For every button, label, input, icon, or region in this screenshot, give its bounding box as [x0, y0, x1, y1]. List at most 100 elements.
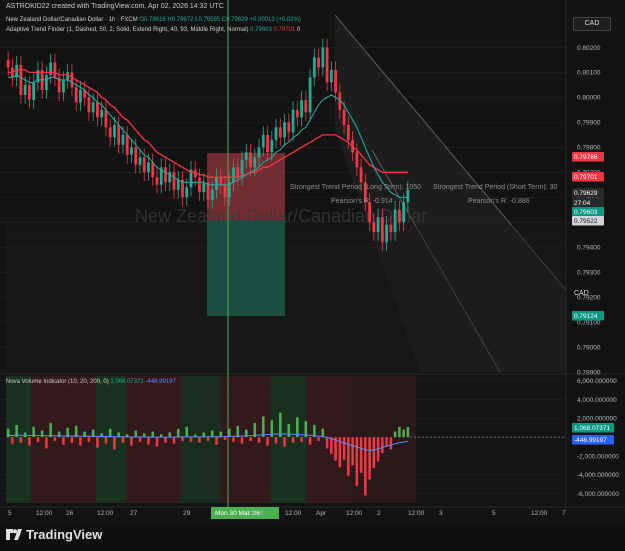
- candle-body: [278, 127, 282, 138]
- price-axis-badge-text: 0.79124: [574, 313, 598, 320]
- candle-body: [117, 124, 121, 145]
- volume-bar: [113, 437, 116, 450]
- candle-body: [87, 97, 91, 113]
- candle-body: [91, 102, 95, 113]
- price-tick-label: 0.80100: [577, 70, 601, 77]
- candle-body: [270, 139, 274, 153]
- volume-bar: [232, 437, 235, 442]
- currency-button[interactable]: CAD: [573, 17, 611, 31]
- candle-body: [329, 69, 333, 83]
- price-tick-label: 0.80200: [577, 45, 601, 52]
- candle-body: [210, 189, 214, 200]
- volume-bar: [45, 437, 48, 449]
- candle-body: [202, 182, 206, 193]
- candle-body: [287, 122, 291, 133]
- time-tick-label: 7: [562, 510, 566, 517]
- candle-body: [176, 179, 180, 190]
- volume-tick-label: -4,000.000000: [577, 472, 619, 479]
- candle-body: [372, 222, 376, 233]
- indicator-2-value-2: -448.99197: [145, 379, 176, 385]
- candle-body: [312, 57, 316, 78]
- candle-body: [147, 162, 150, 173]
- long-term-channel-shade: [6, 225, 566, 372]
- time-tick-label: Apr: [316, 510, 327, 517]
- candle-body: [389, 224, 393, 233]
- candle-body: [355, 152, 359, 168]
- candle-body: [44, 74, 48, 90]
- chart-svg[interactable]: 0.80200 0.80100 0.80000 0.79900 0.79800 0.797…: [0, 0, 625, 551]
- volume-bar: [223, 437, 227, 440]
- volume-bar: [398, 426, 401, 438]
- volume-axis-badge-text: 1,068.07371: [574, 425, 611, 432]
- candle-body: [125, 134, 129, 155]
- time-tick-label: 12:00: [36, 510, 53, 517]
- volume-tick-label: -2,000.000000: [577, 453, 619, 460]
- volume-bar: [355, 437, 359, 487]
- candle-body: [334, 69, 337, 93]
- volume-bar: [121, 437, 125, 443]
- volume-bar: [266, 437, 269, 446]
- candle-body: [185, 187, 189, 198]
- price-axis-badge-text: 0.79701: [574, 174, 598, 181]
- candle-body: [62, 79, 65, 93]
- volume-bar: [151, 431, 154, 438]
- candle-body: [402, 202, 406, 223]
- volume-bar: [257, 437, 261, 443]
- legend-main: New Zealand Dollar/Canadian Dollar · 1h …: [6, 17, 301, 23]
- legend-indicator-2[interactable]: Nova Volume Indicator (10, 20, 200, 0) 1…: [6, 379, 176, 385]
- candle-body: [300, 99, 303, 118]
- candle-body: [342, 109, 346, 125]
- candle-body: [253, 157, 257, 168]
- volume-bar: [28, 437, 31, 446]
- time-tick-label: 2: [377, 510, 381, 517]
- volume-bar: [287, 423, 291, 438]
- candle-body: [308, 77, 312, 113]
- candle-body: [236, 167, 240, 178]
- price-tick-label: 0.79300: [577, 269, 601, 276]
- volume-bar: [96, 437, 99, 448]
- volume-bar: [321, 428, 325, 438]
- time-tick-label: 27: [130, 510, 138, 517]
- volume-bar: [6, 428, 10, 438]
- volume-tick-label: -6,000.000000: [577, 491, 619, 498]
- volume-bar: [406, 427, 410, 438]
- candle-body: [295, 109, 299, 118]
- time-tick-label: 26: [66, 510, 74, 517]
- volume-bar: [87, 437, 91, 442]
- volume-bar: [342, 437, 346, 460]
- indicator-2-value-1: 1,068.07371: [110, 379, 144, 385]
- time-tick-label: 5: [492, 510, 496, 517]
- candle-body: [376, 217, 380, 233]
- volume-tick-label: 4,000.000000: [577, 397, 617, 404]
- time-tick-label: 13:00: [247, 510, 264, 517]
- price-axis-badge-text: 0.79786: [574, 154, 598, 161]
- volume-bar: [283, 437, 286, 447]
- legend-indicator-1[interactable]: Adaptive Trend Finder (1, Dashed, 50, 2,…: [6, 27, 300, 33]
- time-tick-label: 5: [8, 510, 12, 517]
- volume-bar: [155, 437, 159, 447]
- legend-ohlc: O0.79616 H0.79672 L0.79585 C0.79629 +0.0…: [139, 17, 301, 23]
- volume-bar: [347, 437, 350, 476]
- volume-bar: [79, 437, 82, 446]
- volume-bar: [291, 437, 295, 443]
- volume-bar: [104, 437, 108, 444]
- volume-bar: [381, 437, 384, 454]
- candle-body: [53, 62, 57, 78]
- volume-bar: [62, 437, 65, 445]
- candle-body: [249, 152, 252, 168]
- candle-body: [283, 122, 286, 138]
- candle-body: [223, 184, 227, 198]
- time-tick-label: 12:00: [346, 510, 363, 517]
- long-term-trend-label: Strongest Trend Period (Long Term): 1050: [290, 184, 421, 191]
- volume-tick-label: 2,000.000000: [577, 416, 617, 423]
- short-term-trend-label: Strongest Trend Period (Short Term): 30: [433, 184, 557, 191]
- volume-bar: [53, 437, 57, 441]
- candle-body: [6, 59, 10, 68]
- volume-bar: [206, 437, 210, 441]
- price-axis-badge-text: 0.79522: [574, 218, 598, 225]
- pearson-short-label: Pearson's R: -0.886: [468, 198, 530, 205]
- volume-bar: [164, 437, 167, 443]
- candle-body: [138, 157, 142, 165]
- pearson-long-label: Pearson's R: -0.914: [331, 198, 393, 205]
- volume-zone: [181, 376, 221, 503]
